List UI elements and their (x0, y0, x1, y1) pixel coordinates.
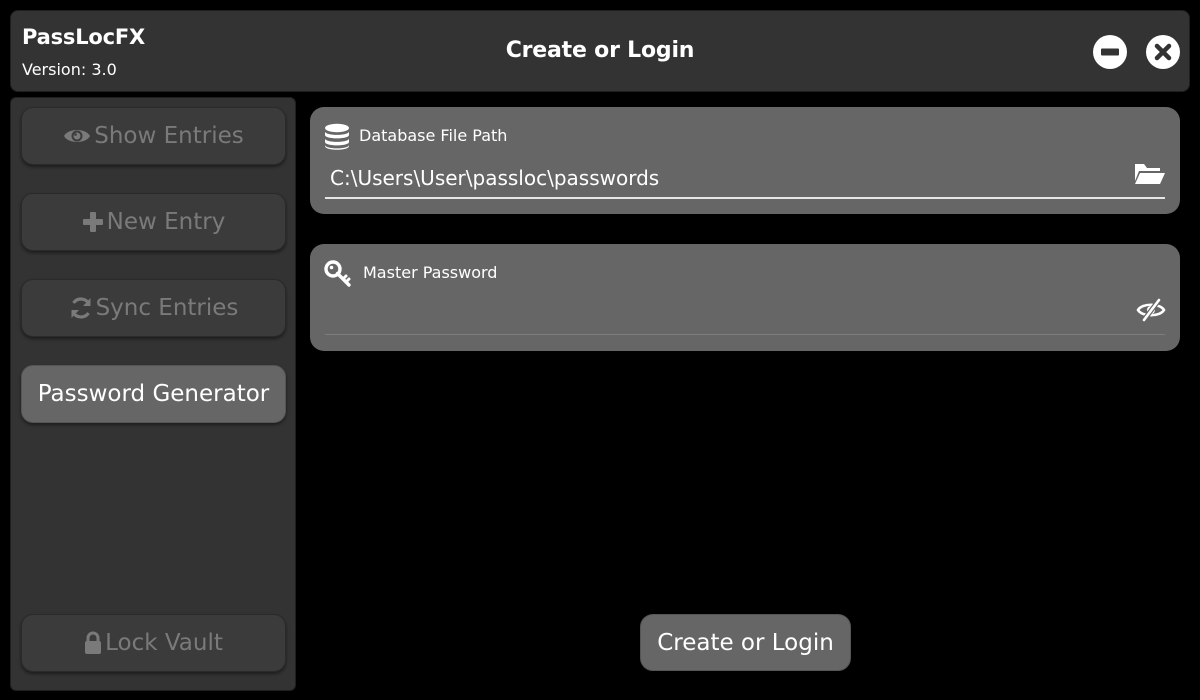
sidebar-item-label: New Entry (106, 209, 226, 235)
sidebar-item-show-entries[interactable]: Show Entries (21, 107, 286, 165)
sidebar-item-password-generator[interactable]: Password Generator (21, 365, 286, 423)
database-icon (324, 123, 350, 151)
minimize-button[interactable] (1093, 35, 1127, 69)
window-title: Create or Login (505, 38, 695, 63)
plus-icon (82, 211, 104, 233)
database-path-card: Database File Path (310, 107, 1180, 214)
sidebar-item-lock-vault[interactable]: Lock Vault (21, 614, 286, 672)
database-path-label: Database File Path (359, 126, 508, 145)
sidebar-item-new-entry[interactable]: New Entry (21, 193, 286, 251)
sync-icon (69, 296, 93, 320)
close-button[interactable] (1146, 35, 1180, 69)
sidebar-item-label: Sync Entries (95, 295, 239, 321)
lock-icon (84, 631, 102, 655)
sidebar-item-label: Password Generator (37, 381, 270, 407)
sidebar: Show Entries New Entry Sync Entries Pass… (10, 97, 296, 691)
database-path-underline (325, 197, 1165, 199)
sidebar-item-label: Show Entries (94, 123, 244, 149)
master-password-card: Master Password (310, 244, 1180, 351)
title-bar: PassLocFX Version: 3.0 Create or Login (10, 10, 1190, 92)
master-password-label: Master Password (363, 263, 498, 282)
create-or-login-button[interactable]: Create or Login (640, 614, 851, 671)
minus-circle-icon (1101, 48, 1119, 56)
x-circle-icon (1154, 43, 1172, 61)
master-password-underline (325, 334, 1165, 335)
folder-open-icon[interactable] (1134, 161, 1166, 185)
master-password-input[interactable] (325, 294, 1165, 336)
sidebar-item-label: Lock Vault (105, 630, 223, 656)
sidebar-item-sync-entries[interactable]: Sync Entries (21, 279, 286, 337)
database-path-input[interactable] (325, 157, 1165, 199)
eye-icon (63, 125, 91, 147)
key-icon (324, 260, 352, 288)
eye-slash-icon[interactable] (1136, 298, 1166, 322)
